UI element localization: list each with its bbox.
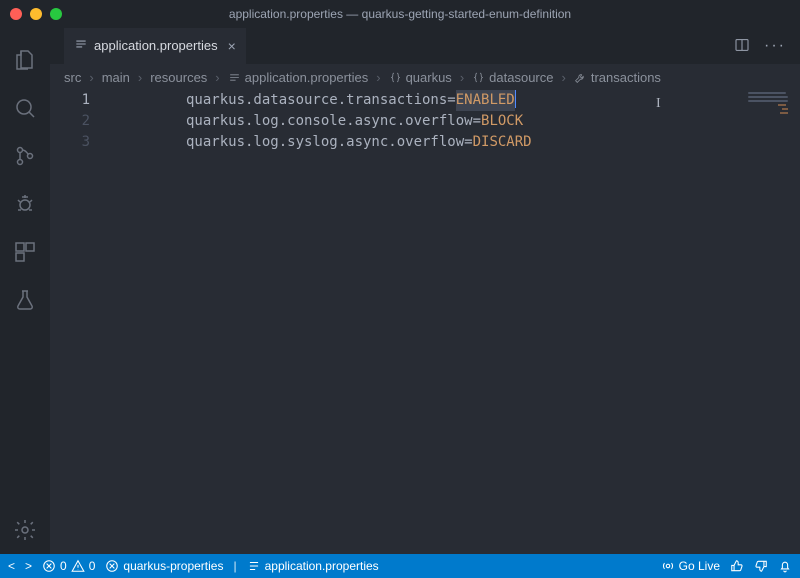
window-controls [10, 8, 62, 20]
more-actions-icon[interactable]: ··· [764, 37, 786, 55]
warning-count: 0 [89, 559, 96, 573]
ibeam-cursor-icon: I [656, 93, 661, 114]
breadcrumb-item[interactable]: main [102, 70, 130, 85]
editor-tab[interactable]: application.properties × [64, 28, 246, 64]
minimap[interactable] [748, 92, 788, 112]
editor-area: application.properties × ··· src › main … [50, 28, 800, 554]
zoom-window-button[interactable] [50, 8, 62, 20]
tab-bar: application.properties × ··· [50, 28, 800, 64]
breadcrumb-item[interactable]: application.properties [245, 70, 369, 85]
search-icon[interactable] [1, 84, 49, 132]
code-editor[interactable]: 1 2 3 quarkus.datasource.transactions=EN… [50, 90, 800, 554]
error-count: 0 [60, 559, 67, 573]
chevron-right-icon: › [460, 70, 464, 85]
chevron-right-icon: › [376, 70, 380, 85]
notifications-bell-icon[interactable] [778, 559, 792, 573]
breadcrumb[interactable]: src › main › resources › application.pro… [50, 64, 800, 90]
code-line[interactable]: quarkus.log.syslog.async.overflow=DISCAR… [186, 132, 800, 153]
line-number: 1 [50, 90, 90, 111]
extensions-icon[interactable] [1, 228, 49, 276]
explorer-icon[interactable] [1, 36, 49, 84]
code-lines[interactable]: quarkus.datasource.transactions=ENABLED … [116, 90, 800, 153]
braces-icon [472, 71, 485, 84]
remote-next-button[interactable]: > [25, 559, 32, 573]
braces-icon [389, 71, 402, 84]
line-number-gutter: 1 2 3 [50, 90, 116, 554]
go-live-label: Go Live [679, 559, 720, 573]
line-number: 3 [50, 132, 90, 153]
active-file-label: application.properties [265, 559, 379, 573]
settings-gear-icon[interactable] [1, 506, 49, 554]
language-mode-label: quarkus-properties [123, 559, 223, 573]
file-icon [228, 71, 241, 84]
status-bar: < > 0 0 quarkus-properties | application… [0, 554, 800, 578]
feedback-good-icon[interactable] [730, 559, 744, 573]
breadcrumb-item[interactable]: resources [150, 70, 207, 85]
breadcrumb-item[interactable]: quarkus [406, 70, 452, 85]
code-line[interactable]: quarkus.log.console.async.overflow=BLOCK [186, 111, 800, 132]
minimize-window-button[interactable] [30, 8, 42, 20]
problems-status[interactable]: 0 0 [42, 559, 95, 573]
test-icon[interactable] [1, 276, 49, 324]
feedback-bad-icon[interactable] [754, 559, 768, 573]
window-title: application.properties — quarkus-getting… [0, 7, 800, 21]
text-cursor [515, 90, 516, 108]
line-number: 2 [50, 111, 90, 132]
close-tab-icon[interactable]: × [224, 38, 236, 54]
editor-actions: ··· [720, 28, 800, 64]
titlebar: application.properties — quarkus-getting… [0, 0, 800, 28]
chevron-right-icon: › [138, 70, 142, 85]
code-line[interactable]: quarkus.datasource.transactions=ENABLED [186, 90, 800, 111]
tab-filename: application.properties [94, 38, 218, 53]
breadcrumb-item[interactable]: transactions [591, 70, 661, 85]
status-separator: | [233, 559, 236, 573]
debug-icon[interactable] [1, 180, 49, 228]
chevron-right-icon: › [215, 70, 219, 85]
source-control-icon[interactable] [1, 132, 49, 180]
chevron-right-icon: › [561, 70, 565, 85]
go-live-button[interactable]: Go Live [661, 559, 720, 573]
active-file-status[interactable]: application.properties [247, 559, 379, 573]
split-editor-icon[interactable] [734, 37, 750, 56]
file-icon [74, 37, 88, 54]
breadcrumb-item[interactable]: datasource [489, 70, 553, 85]
main-area: application.properties × ··· src › main … [0, 28, 800, 554]
breadcrumb-item[interactable]: src [64, 70, 81, 85]
chevron-right-icon: › [89, 70, 93, 85]
close-window-button[interactable] [10, 8, 22, 20]
remote-prev-button[interactable]: < [8, 559, 15, 573]
language-status[interactable]: quarkus-properties [105, 559, 223, 573]
wrench-icon [574, 71, 587, 84]
activity-bar [0, 28, 50, 554]
